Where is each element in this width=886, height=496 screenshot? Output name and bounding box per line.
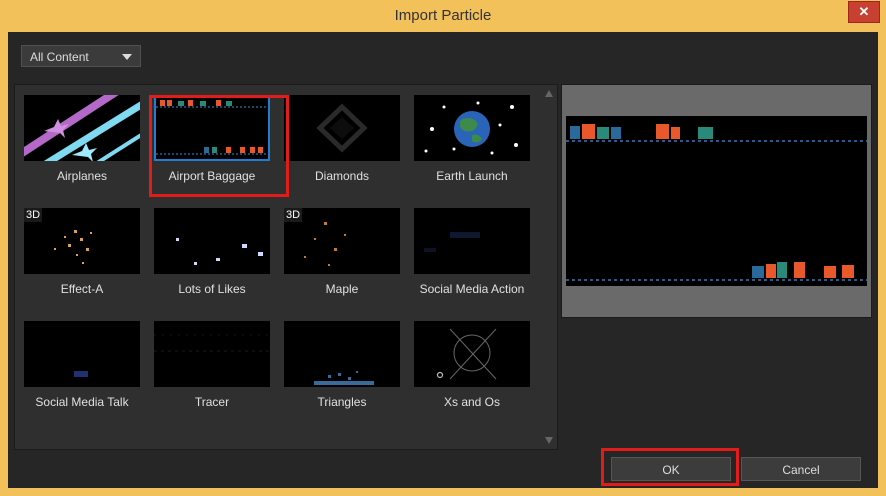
particle-tile-earth-launch[interactable]: Earth Launch — [412, 91, 532, 191]
particle-preview — [561, 84, 872, 318]
particle-tile-xs-and-os[interactable]: Xs and Os — [412, 317, 532, 417]
particle-grid[interactable]: Airplanes Airport Baggage Diamonds Earth… — [14, 84, 558, 450]
particle-tile-lots-of-likes[interactable]: Lots of Likes — [152, 204, 272, 304]
particle-thumbnail — [414, 95, 530, 161]
3d-badge: 3D — [284, 208, 303, 222]
particle-label: Airplanes — [56, 169, 108, 183]
particle-label: Triangles — [317, 395, 367, 409]
particle-thumbnail — [284, 321, 400, 387]
particle-label: Earth Launch — [436, 169, 508, 183]
particle-label: Tracer — [194, 395, 230, 409]
dialog-body: All Content Airplanes Airport Baggage Di… — [8, 32, 878, 488]
particle-tile-airplanes[interactable]: Airplanes — [22, 91, 142, 191]
particle-thumbnail: 3D — [24, 208, 140, 274]
chevron-down-icon — [122, 54, 132, 60]
title-bar[interactable]: Import Particle ✕ — [0, 0, 886, 32]
ok-button[interactable]: OK — [611, 457, 731, 481]
import-particle-dialog: Import Particle ✕ All Content Airplanes … — [0, 0, 886, 496]
particle-label: Social Media Action — [419, 282, 525, 296]
particle-thumbnail — [24, 95, 140, 161]
particle-label: Xs and Os — [443, 395, 501, 409]
particle-tile-social-media-action[interactable]: Social Media Action — [412, 204, 532, 304]
scroll-down-arrow-icon[interactable] — [545, 437, 553, 444]
particle-thumbnail — [154, 321, 270, 387]
particle-label: Diamonds — [314, 169, 370, 183]
particle-label: Effect-A — [60, 282, 104, 296]
particle-thumbnail — [284, 95, 400, 161]
particle-tile-triangles[interactable]: Triangles — [282, 317, 402, 417]
particle-label: Social Media Talk — [35, 395, 129, 409]
particle-thumbnail — [414, 321, 530, 387]
particle-tile-maple[interactable]: 3D Maple — [282, 204, 402, 304]
3d-badge: 3D — [24, 208, 43, 222]
particle-tile-tracer[interactable]: Tracer — [152, 317, 272, 417]
particle-thumbnail — [154, 208, 270, 274]
content-filter-dropdown[interactable]: All Content — [21, 45, 141, 67]
particle-label: Lots of Likes — [178, 282, 246, 296]
particle-thumbnail — [24, 321, 140, 387]
dialog-title: Import Particle — [394, 7, 492, 24]
preview-screen — [566, 116, 867, 286]
particle-label: Maple — [325, 282, 359, 296]
particle-tile-diamonds[interactable]: Diamonds — [282, 91, 402, 191]
scroll-up-arrow-icon[interactable] — [545, 90, 553, 97]
particle-tile-effect-a[interactable]: 3D Effect-A — [22, 204, 142, 304]
close-button[interactable]: ✕ — [848, 1, 880, 23]
cancel-button[interactable]: Cancel — [741, 457, 861, 481]
particle-tile-social-media-talk[interactable]: Social Media Talk — [22, 317, 142, 417]
close-icon: ✕ — [858, 4, 870, 19]
particle-thumbnail: 3D — [284, 208, 400, 274]
selected-tile-highlight — [149, 95, 289, 197]
content-filter-value: All Content — [30, 50, 89, 64]
particle-thumbnail — [414, 208, 530, 274]
